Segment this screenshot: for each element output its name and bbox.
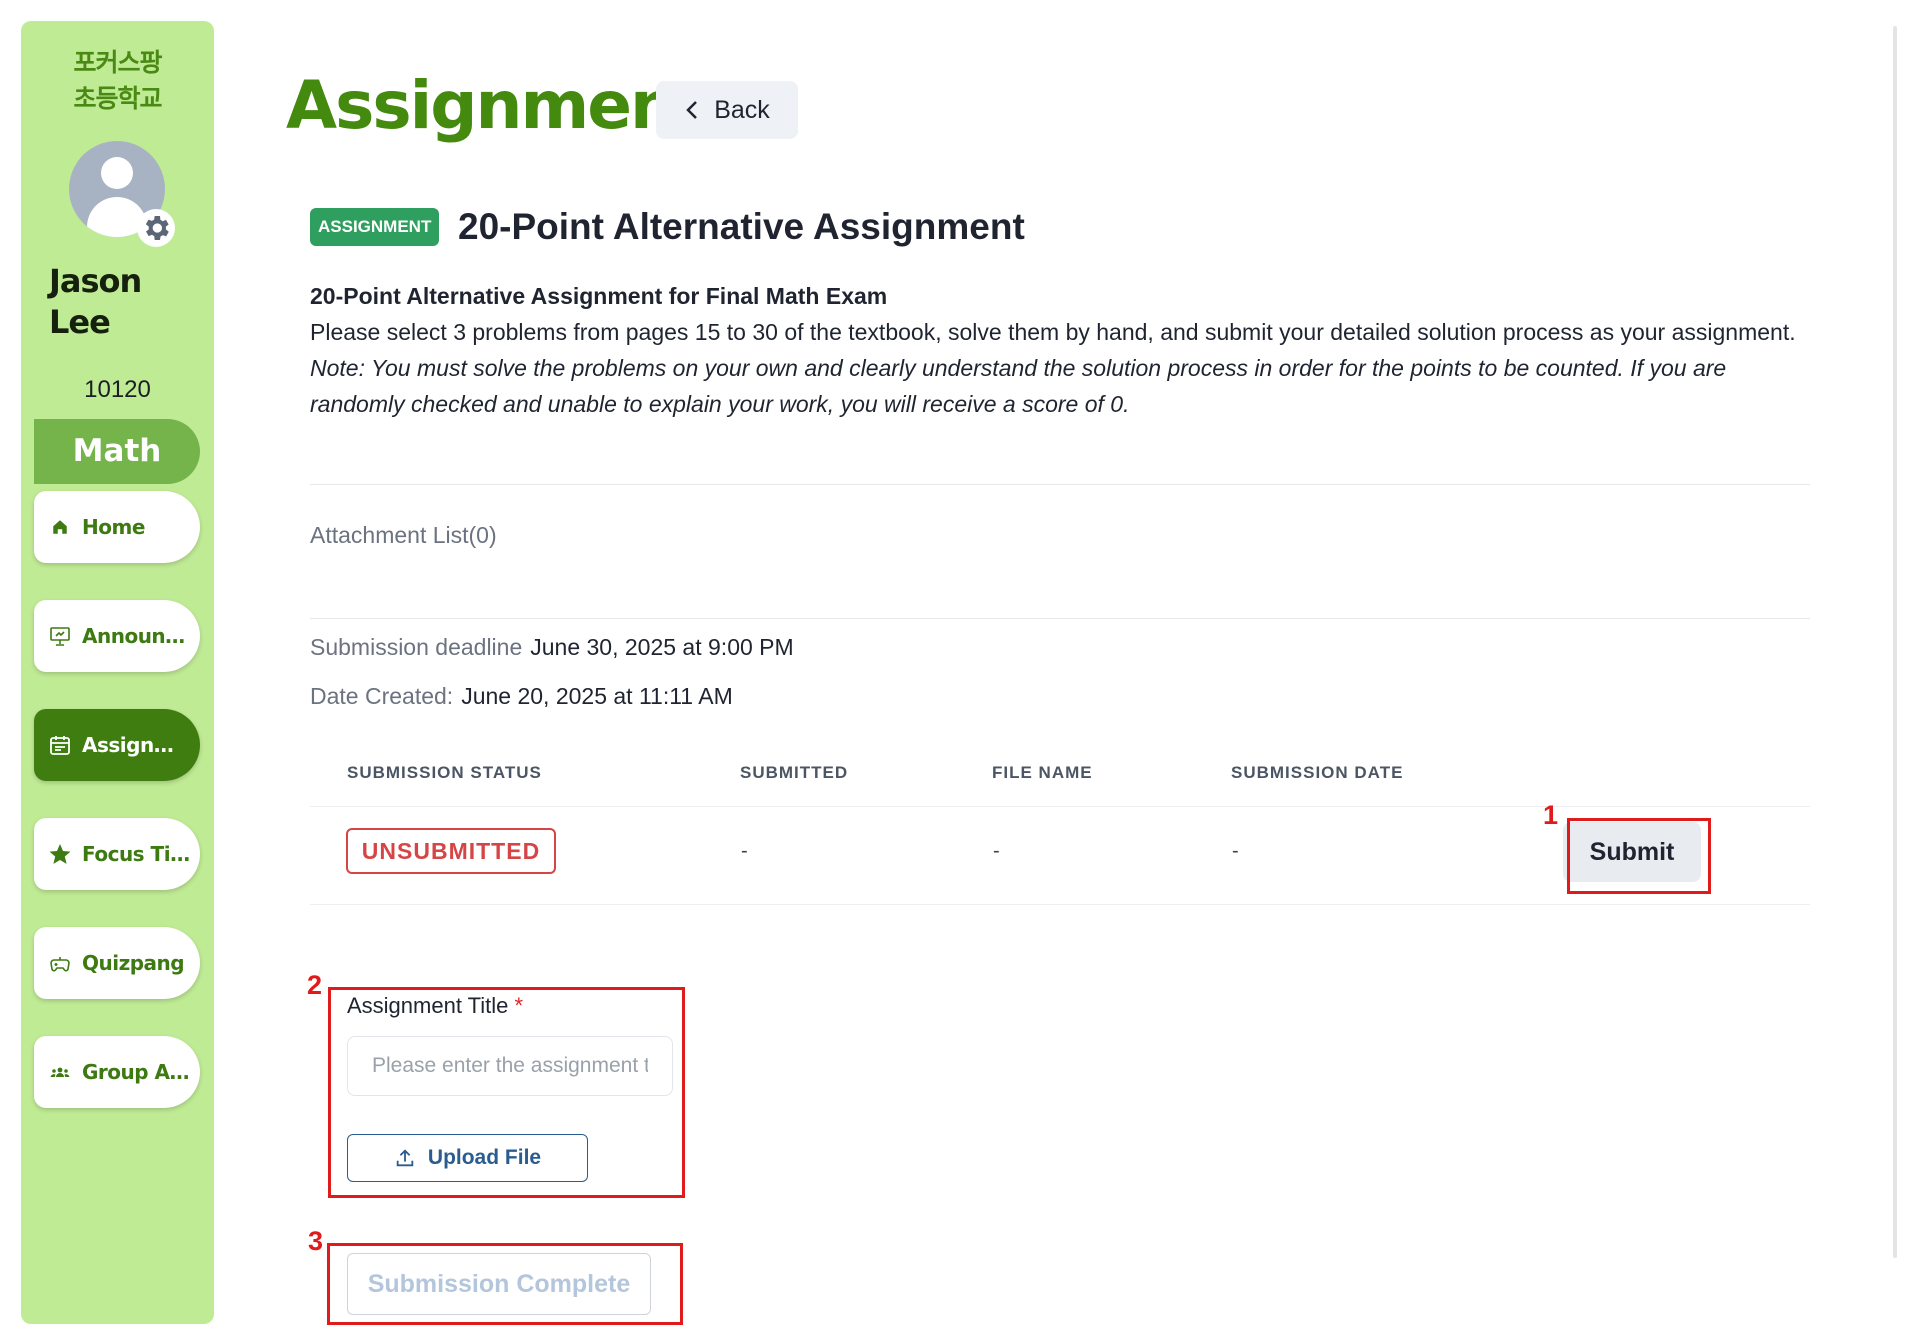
sidebar-item-label: Focus Time xyxy=(82,842,194,866)
sidebar-item-quizpang[interactable]: Quizpang xyxy=(34,927,200,999)
sidebar-item-label: Quizpang xyxy=(82,951,185,975)
user-first-name: Jason xyxy=(49,262,142,300)
table-header-divider xyxy=(310,806,1810,807)
date-created: Date Created: June 20, 2025 at 11:11 AM xyxy=(310,683,733,710)
deadline-value: June 30, 2025 at 9:00 PM xyxy=(530,634,794,660)
created-label: Date Created: xyxy=(310,683,454,709)
home-icon xyxy=(46,513,74,541)
back-button-label: Back xyxy=(714,95,770,124)
file-name-value: - xyxy=(993,840,1000,862)
sidebar-item-announcements[interactable]: Announcements xyxy=(34,600,200,672)
assignment-title: 20-Point Alternative Assignment xyxy=(458,206,1025,247)
attachment-list[interactable]: Attachment List(0) xyxy=(310,522,497,549)
annotation-box-1 xyxy=(1567,818,1711,894)
sidebar-item-focus-time[interactable]: Focus Time xyxy=(34,818,200,890)
annotation-number-3: 3 xyxy=(308,1226,324,1256)
table-header-status: SUBMISSION STATUS xyxy=(347,763,542,782)
sidebar-item-label: Group Activity xyxy=(82,1060,194,1084)
submission-deadline: Submission deadline June 30, 2025 at 9:00… xyxy=(310,634,794,661)
presentation-icon xyxy=(46,622,74,650)
gamepad-icon xyxy=(46,949,74,977)
back-button[interactable]: Back xyxy=(656,81,798,139)
annotation-box-2 xyxy=(328,987,685,1198)
description-body: Please select 3 problems from pages 15 t… xyxy=(310,319,1796,345)
annotation-number-2: 2 xyxy=(307,970,323,1000)
school-name-line2: 초등학교 xyxy=(73,84,162,113)
page-scrollbar[interactable] xyxy=(1893,26,1897,1258)
sidebar-item-assignments[interactable]: Assignments xyxy=(34,709,200,781)
submission-date-value: - xyxy=(1232,840,1239,862)
annotation-number-1: 1 xyxy=(1543,800,1559,830)
page-title: Assignment xyxy=(286,67,707,144)
table-header-submission-date: SUBMISSION DATE xyxy=(1231,763,1404,782)
chevron-left-icon xyxy=(686,101,698,119)
table-row-divider xyxy=(310,904,1810,905)
school-name: 포커스팡 초등학교 xyxy=(21,45,214,117)
status-badge: UNSUBMITTED xyxy=(346,828,556,874)
table-header-file-name: FILE NAME xyxy=(992,763,1093,782)
divider xyxy=(310,484,1810,485)
sidebar-item-label: Announcements xyxy=(82,624,194,648)
user-name: Jason Lee xyxy=(49,261,142,343)
sidebar: 포커스팡 초등학교 Jason Lee 10120 Math Home Anno… xyxy=(21,21,214,1324)
table-header-submitted: SUBMITTED xyxy=(740,763,849,782)
deadline-label: Submission deadline xyxy=(310,634,523,660)
submitted-value: - xyxy=(741,840,748,862)
school-name-line1: 포커스팡 xyxy=(73,48,162,77)
sidebar-item-label: Home xyxy=(82,515,145,539)
sidebar-item-home[interactable]: Home xyxy=(34,491,200,563)
divider xyxy=(310,618,1810,619)
group-icon xyxy=(46,1058,74,1086)
description-heading: 20-Point Alternative Assignment for Fina… xyxy=(310,283,888,309)
description-note: Note: You must solve the problems on you… xyxy=(310,355,1727,417)
settings-gear-icon[interactable] xyxy=(137,209,175,247)
annotation-box-3 xyxy=(327,1243,683,1325)
sidebar-item-group-activity[interactable]: Group Activity xyxy=(34,1036,200,1108)
sidebar-item-label: Assignments xyxy=(82,733,194,757)
calendar-icon xyxy=(46,731,74,759)
created-value: June 20, 2025 at 11:11 AM xyxy=(461,683,733,709)
user-last-name: Lee xyxy=(49,303,111,341)
star-icon xyxy=(46,840,74,868)
subject-label: Math xyxy=(34,419,200,484)
assignment-description: 20-Point Alternative Assignment for Fina… xyxy=(310,278,1810,422)
user-code: 10120 xyxy=(84,376,151,403)
assignment-type-badge: ASSIGNMENT xyxy=(310,208,440,246)
